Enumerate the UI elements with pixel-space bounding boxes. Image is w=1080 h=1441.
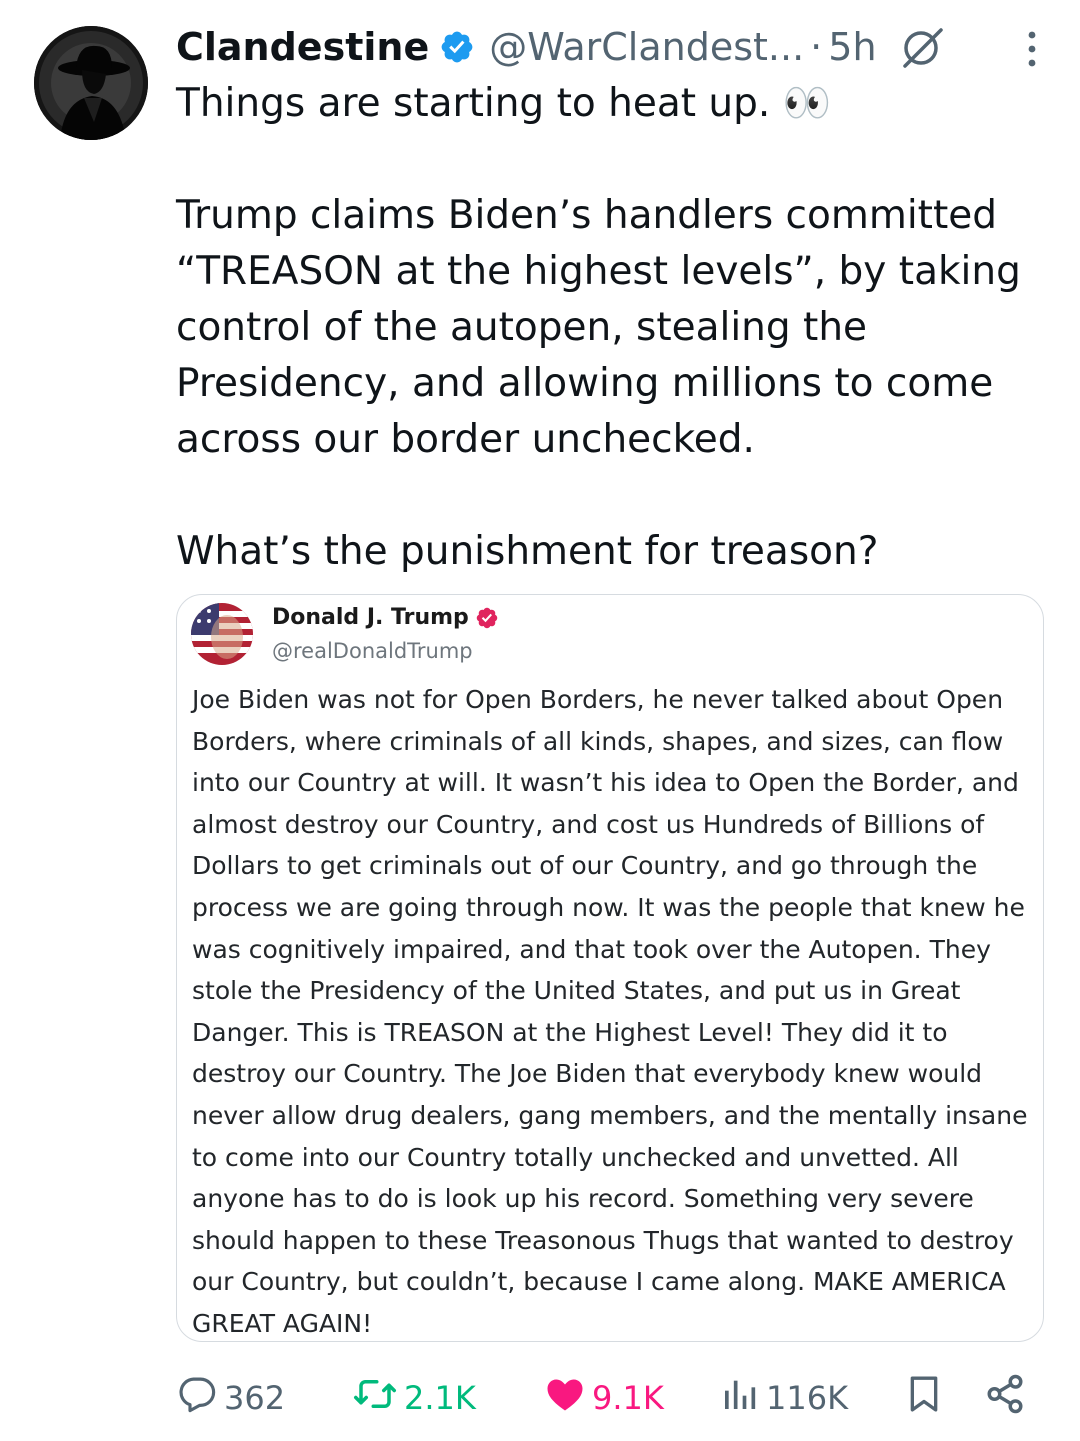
author-name[interactable]: Clandestine bbox=[176, 25, 429, 69]
author-avatar[interactable] bbox=[34, 26, 148, 140]
quoted-author-avatar[interactable] bbox=[191, 603, 253, 665]
tweet-line-2: Trump claims Biden’s handlers committed … bbox=[176, 193, 1021, 462]
reply-count: 362 bbox=[224, 1379, 286, 1417]
reply-icon bbox=[176, 1373, 218, 1423]
more-options-icon[interactable] bbox=[1026, 30, 1038, 72]
quoted-post-text: Joe Biden was not for Open Borders, he n… bbox=[192, 685, 1028, 1338]
grok-icon[interactable] bbox=[899, 24, 945, 70]
quoted-post[interactable]: Donald J. Trump @realDonaldTrump Joe Bid… bbox=[176, 594, 1044, 1342]
repost-button[interactable]: 2.1K bbox=[352, 1370, 476, 1426]
views-count: 116K bbox=[766, 1379, 849, 1417]
tweet-line-1: Things are starting to heat up. 👀 bbox=[176, 81, 832, 126]
share-icon bbox=[984, 1373, 1026, 1423]
repost-count: 2.1K bbox=[404, 1379, 476, 1417]
tweet-time[interactable]: 5h bbox=[828, 25, 876, 69]
heart-icon bbox=[544, 1373, 586, 1423]
bookmark-button[interactable] bbox=[904, 1370, 944, 1426]
views-icon bbox=[720, 1373, 760, 1423]
repost-icon bbox=[352, 1373, 398, 1423]
tweet-text: Things are starting to heat up. 👀 Trump … bbox=[176, 76, 1036, 580]
tweet-header: Clandestine @WarClandest... · 5h bbox=[176, 20, 1050, 74]
like-count: 9.1K bbox=[592, 1379, 664, 1417]
reply-button[interactable]: 362 bbox=[176, 1370, 285, 1426]
share-button[interactable] bbox=[984, 1370, 1026, 1426]
views-button[interactable]: 116K bbox=[720, 1370, 848, 1426]
tweet-line-3: What’s the punishment for treason? bbox=[176, 529, 879, 574]
author-handle[interactable]: @WarClandest... bbox=[489, 25, 804, 69]
like-button[interactable]: 9.1K bbox=[544, 1370, 664, 1426]
quoted-author-handle[interactable]: @realDonaldTrump bbox=[272, 639, 473, 663]
verified-badge-icon bbox=[439, 29, 475, 65]
bookmark-icon bbox=[904, 1372, 944, 1424]
verified-badge-icon bbox=[475, 606, 499, 630]
separator-dot: · bbox=[810, 25, 823, 69]
quoted-author[interactable]: Donald J. Trump bbox=[272, 605, 499, 630]
quoted-author-name: Donald J. Trump bbox=[272, 605, 469, 630]
action-bar: 362 2.1K 9.1K 116K bbox=[176, 1370, 1036, 1426]
